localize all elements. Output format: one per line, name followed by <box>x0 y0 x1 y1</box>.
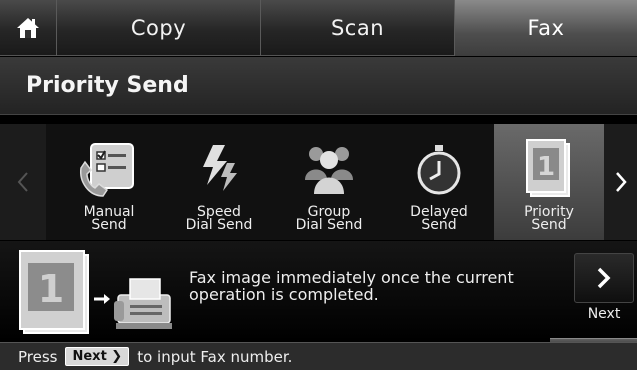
chevron-right-icon <box>615 172 627 192</box>
svg-text:1: 1 <box>38 267 64 311</box>
option-speed-dial-send[interactable]: Speed Dial Send <box>164 124 274 240</box>
status-bar: Press Next ❯ to input Fax number. <box>0 342 637 370</box>
next-key-label: Next <box>72 349 107 364</box>
option-label: Group Dial Send <box>295 204 363 233</box>
next-key-hint: Next ❯ <box>65 347 130 366</box>
option-group-dial-send[interactable]: Group Dial Send <box>274 124 384 240</box>
group-dial-icon <box>305 147 353 194</box>
delayed-send-icon <box>417 145 461 195</box>
home-icon <box>17 18 39 38</box>
svg-text:1: 1 <box>537 152 555 182</box>
chevron-left-icon <box>17 172 28 192</box>
option-label: Speed Dial Send <box>185 204 253 233</box>
fax-document-icon: 1 <box>19 250 172 334</box>
scroll-left-button[interactable] <box>0 124 46 240</box>
description-panel: 1 Fax image immediately once the current… <box>0 241 637 341</box>
priority-send-icon: 1 <box>526 139 570 197</box>
tab-scan[interactable]: Scan <box>260 0 454 56</box>
option-label: Delayed Send <box>410 204 468 233</box>
option-label: Manual Send <box>83 204 135 233</box>
status-suffix: to input Fax number. <box>137 347 293 366</box>
option-label: Priority Send <box>524 204 574 233</box>
speed-dial-icon <box>203 145 237 191</box>
chevron-right-icon <box>597 267 611 289</box>
option-delayed-send[interactable]: Delayed Send <box>384 124 494 240</box>
tab-copy[interactable]: Copy <box>56 0 260 56</box>
next-button[interactable] <box>574 253 634 303</box>
description-text: Fax image immediately once the current o… <box>189 268 514 304</box>
home-button[interactable] <box>0 0 56 56</box>
status-prefix: Press <box>18 347 58 366</box>
option-priority-send[interactable]: 1 Priority Send <box>494 124 604 240</box>
scroll-right-button[interactable] <box>604 124 637 240</box>
tab-fax[interactable]: Fax <box>454 0 637 56</box>
tab-bar: Copy Scan Fax <box>0 0 637 56</box>
option-manual-send[interactable]: Manual Send <box>54 124 164 240</box>
priority-send-illustration: 1 <box>18 249 178 337</box>
option-carousel: Manual Send Speed Dial Send Group Dial S… <box>0 124 637 240</box>
next-button-label: Next <box>587 306 621 322</box>
page-title: Priority Send <box>26 73 189 98</box>
title-bar: Priority Send <box>0 57 637 115</box>
manual-send-icon <box>80 143 134 197</box>
